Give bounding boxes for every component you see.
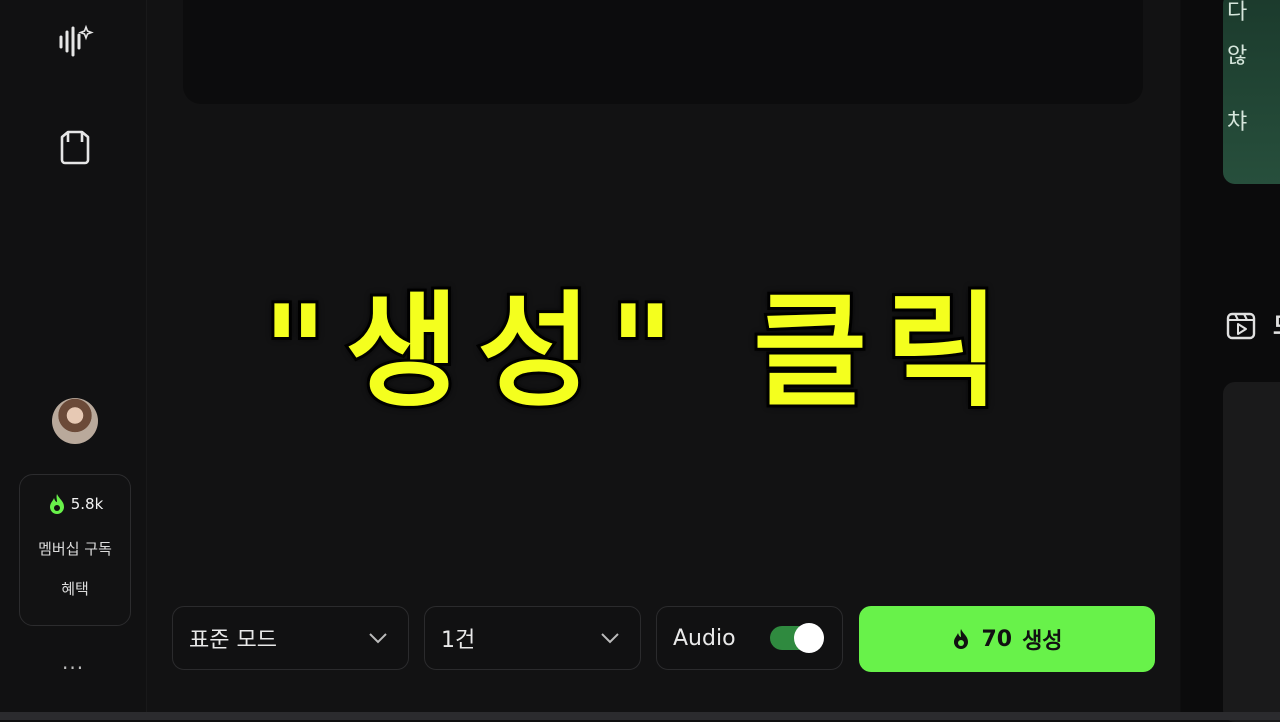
credit-amount: 5.8k (70, 495, 104, 513)
mode-select-value: 표준 모드 (189, 628, 277, 653)
membership-benefit-label: 혜택 (61, 580, 89, 598)
mode-select[interactable]: 표준 모드 (172, 606, 409, 670)
flame-icon (49, 494, 64, 514)
panel-section-title: 모 (1273, 306, 1280, 341)
more-menu-button[interactable]: ... (62, 650, 84, 674)
audio-waveform-icon[interactable] (54, 20, 96, 62)
video-library-icon[interactable] (1225, 310, 1257, 346)
membership-card[interactable]: 5.8k 멤버십 구독 혜택 (19, 474, 131, 626)
flame-icon (954, 629, 969, 649)
user-avatar[interactable] (52, 398, 98, 444)
audio-toggle-box: Audio (656, 606, 843, 670)
main-workspace: "생성" 클릭 표준 모드 1건 Audio 70 생성 (147, 0, 1180, 712)
panel-content-card (1223, 382, 1280, 722)
count-select-value: 1건 (441, 628, 476, 653)
overlay-caption: "생성" 클릭 (260, 277, 1018, 427)
audio-toggle[interactable] (770, 623, 824, 653)
toggle-knob (794, 623, 824, 653)
promo-text-3: 챠 (1227, 110, 1248, 135)
promo-text-2: 않 (1227, 44, 1248, 69)
generate-label: 생성 (1022, 629, 1063, 654)
video-preview-area (183, 0, 1143, 104)
chevron-down-icon (601, 633, 619, 644)
credit-balance: 5.8k (20, 493, 130, 515)
count-select[interactable]: 1건 (424, 606, 641, 670)
promo-text-1: 다 (1227, 0, 1248, 25)
right-panel: 다 않 챠 모 (1181, 0, 1280, 722)
membership-label: 멤버십 구독 (38, 540, 112, 558)
window-bottom-border (0, 712, 1280, 720)
shirt-icon[interactable] (54, 125, 96, 167)
generate-button[interactable]: 70 생성 (859, 606, 1155, 672)
left-sidebar: 5.8k 멤버십 구독 혜택 ... (0, 0, 147, 712)
generate-cost: 70 (981, 626, 1013, 652)
chevron-down-icon (369, 633, 387, 644)
audio-label: Audio (673, 625, 736, 651)
generation-controls: 표준 모드 1건 Audio 70 생성 (172, 606, 1180, 672)
promo-banner[interactable] (1223, 0, 1280, 184)
